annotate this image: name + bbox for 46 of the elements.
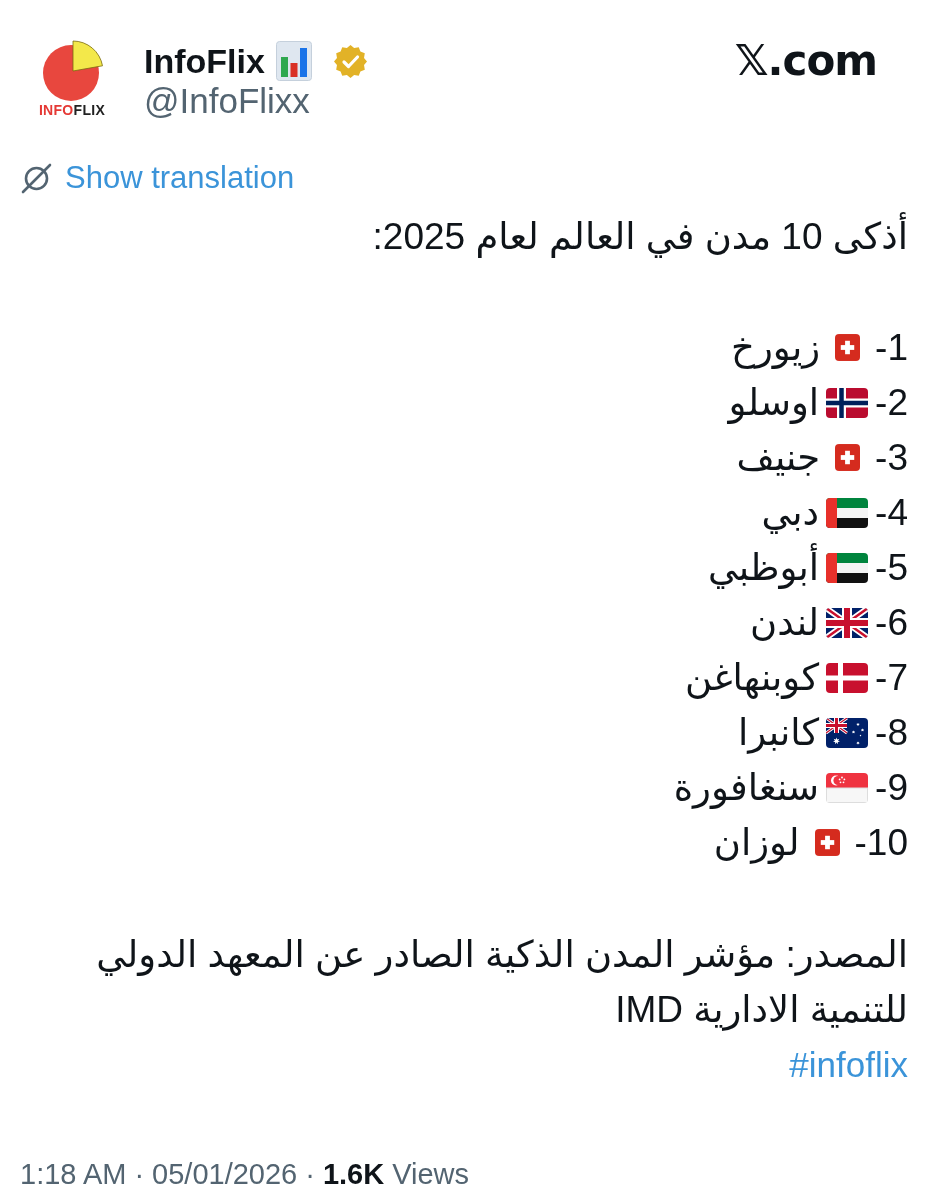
- city-name: أبوظبي: [707, 543, 820, 592]
- city-name: سنغافورة: [673, 765, 820, 811]
- city-name: اوسلو: [728, 380, 820, 426]
- city-name: دبي: [761, 490, 820, 536]
- post-heading: أذكى 10 مدن في العالم لعام 2025:: [372, 209, 908, 264]
- uae-flag-icon: [826, 552, 869, 583]
- denmark-flag-icon: [826, 662, 869, 693]
- author-handle[interactable]: @InfoFlixx: [144, 81, 367, 121]
- city-name: لوزان: [713, 820, 800, 866]
- logo-text: INFOFLIX: [38, 103, 106, 118]
- rank-number: 2-: [875, 380, 908, 425]
- uk-flag-icon: [826, 607, 869, 638]
- hashtag-link[interactable]: #infoflix: [789, 1037, 908, 1092]
- rank-number: 3-: [875, 435, 908, 480]
- rank-number: 6-: [875, 600, 908, 645]
- slashed-circle-icon: [20, 161, 53, 195]
- rank-number: 5-: [875, 545, 908, 590]
- site-label: 𝕏.com: [734, 38, 877, 84]
- city-name: زيورخ: [731, 325, 821, 371]
- source-text: المصدر: مؤشر المدن الذكية الصادر عن المعهد الدولي للتنمية الادارية IMD: [95, 933, 908, 1033]
- show-translation-link[interactable]: Show translation: [65, 160, 295, 196]
- rank-number: 10-: [854, 820, 908, 865]
- rank-number: 7-: [875, 655, 908, 700]
- norway-flag-icon: [826, 387, 869, 418]
- switzerland-flag-icon: [835, 444, 861, 471]
- separator-dot: ·: [134, 1157, 145, 1192]
- post-time[interactable]: 1:18 AM: [20, 1156, 127, 1192]
- separator-dot: ·: [305, 1157, 315, 1192]
- post-date[interactable]: 05/01/2026: [152, 1156, 298, 1192]
- author-name[interactable]: InfoFlix: [144, 41, 265, 81]
- city-name: كانبرا: [738, 710, 820, 756]
- rank-number: 8-: [875, 710, 908, 755]
- bar-chart-icon: [275, 41, 312, 81]
- rank-number: 1-: [875, 325, 908, 370]
- singapore-flag-icon: [826, 772, 869, 803]
- city-name: جنيف: [736, 435, 821, 480]
- views-label: Views: [392, 1157, 469, 1192]
- city-name: لندن: [750, 600, 820, 645]
- australia-flag-icon: [826, 717, 869, 748]
- rank-number: 4-: [875, 490, 908, 535]
- city-name: كوبنهاغن: [685, 655, 820, 701]
- switzerland-flag-icon: [814, 829, 840, 856]
- uae-flag-icon: [826, 497, 869, 528]
- rank-number: 9-: [875, 765, 908, 810]
- switzerland-flag-icon: [835, 334, 861, 361]
- view-count: 1.6K: [322, 1157, 385, 1192]
